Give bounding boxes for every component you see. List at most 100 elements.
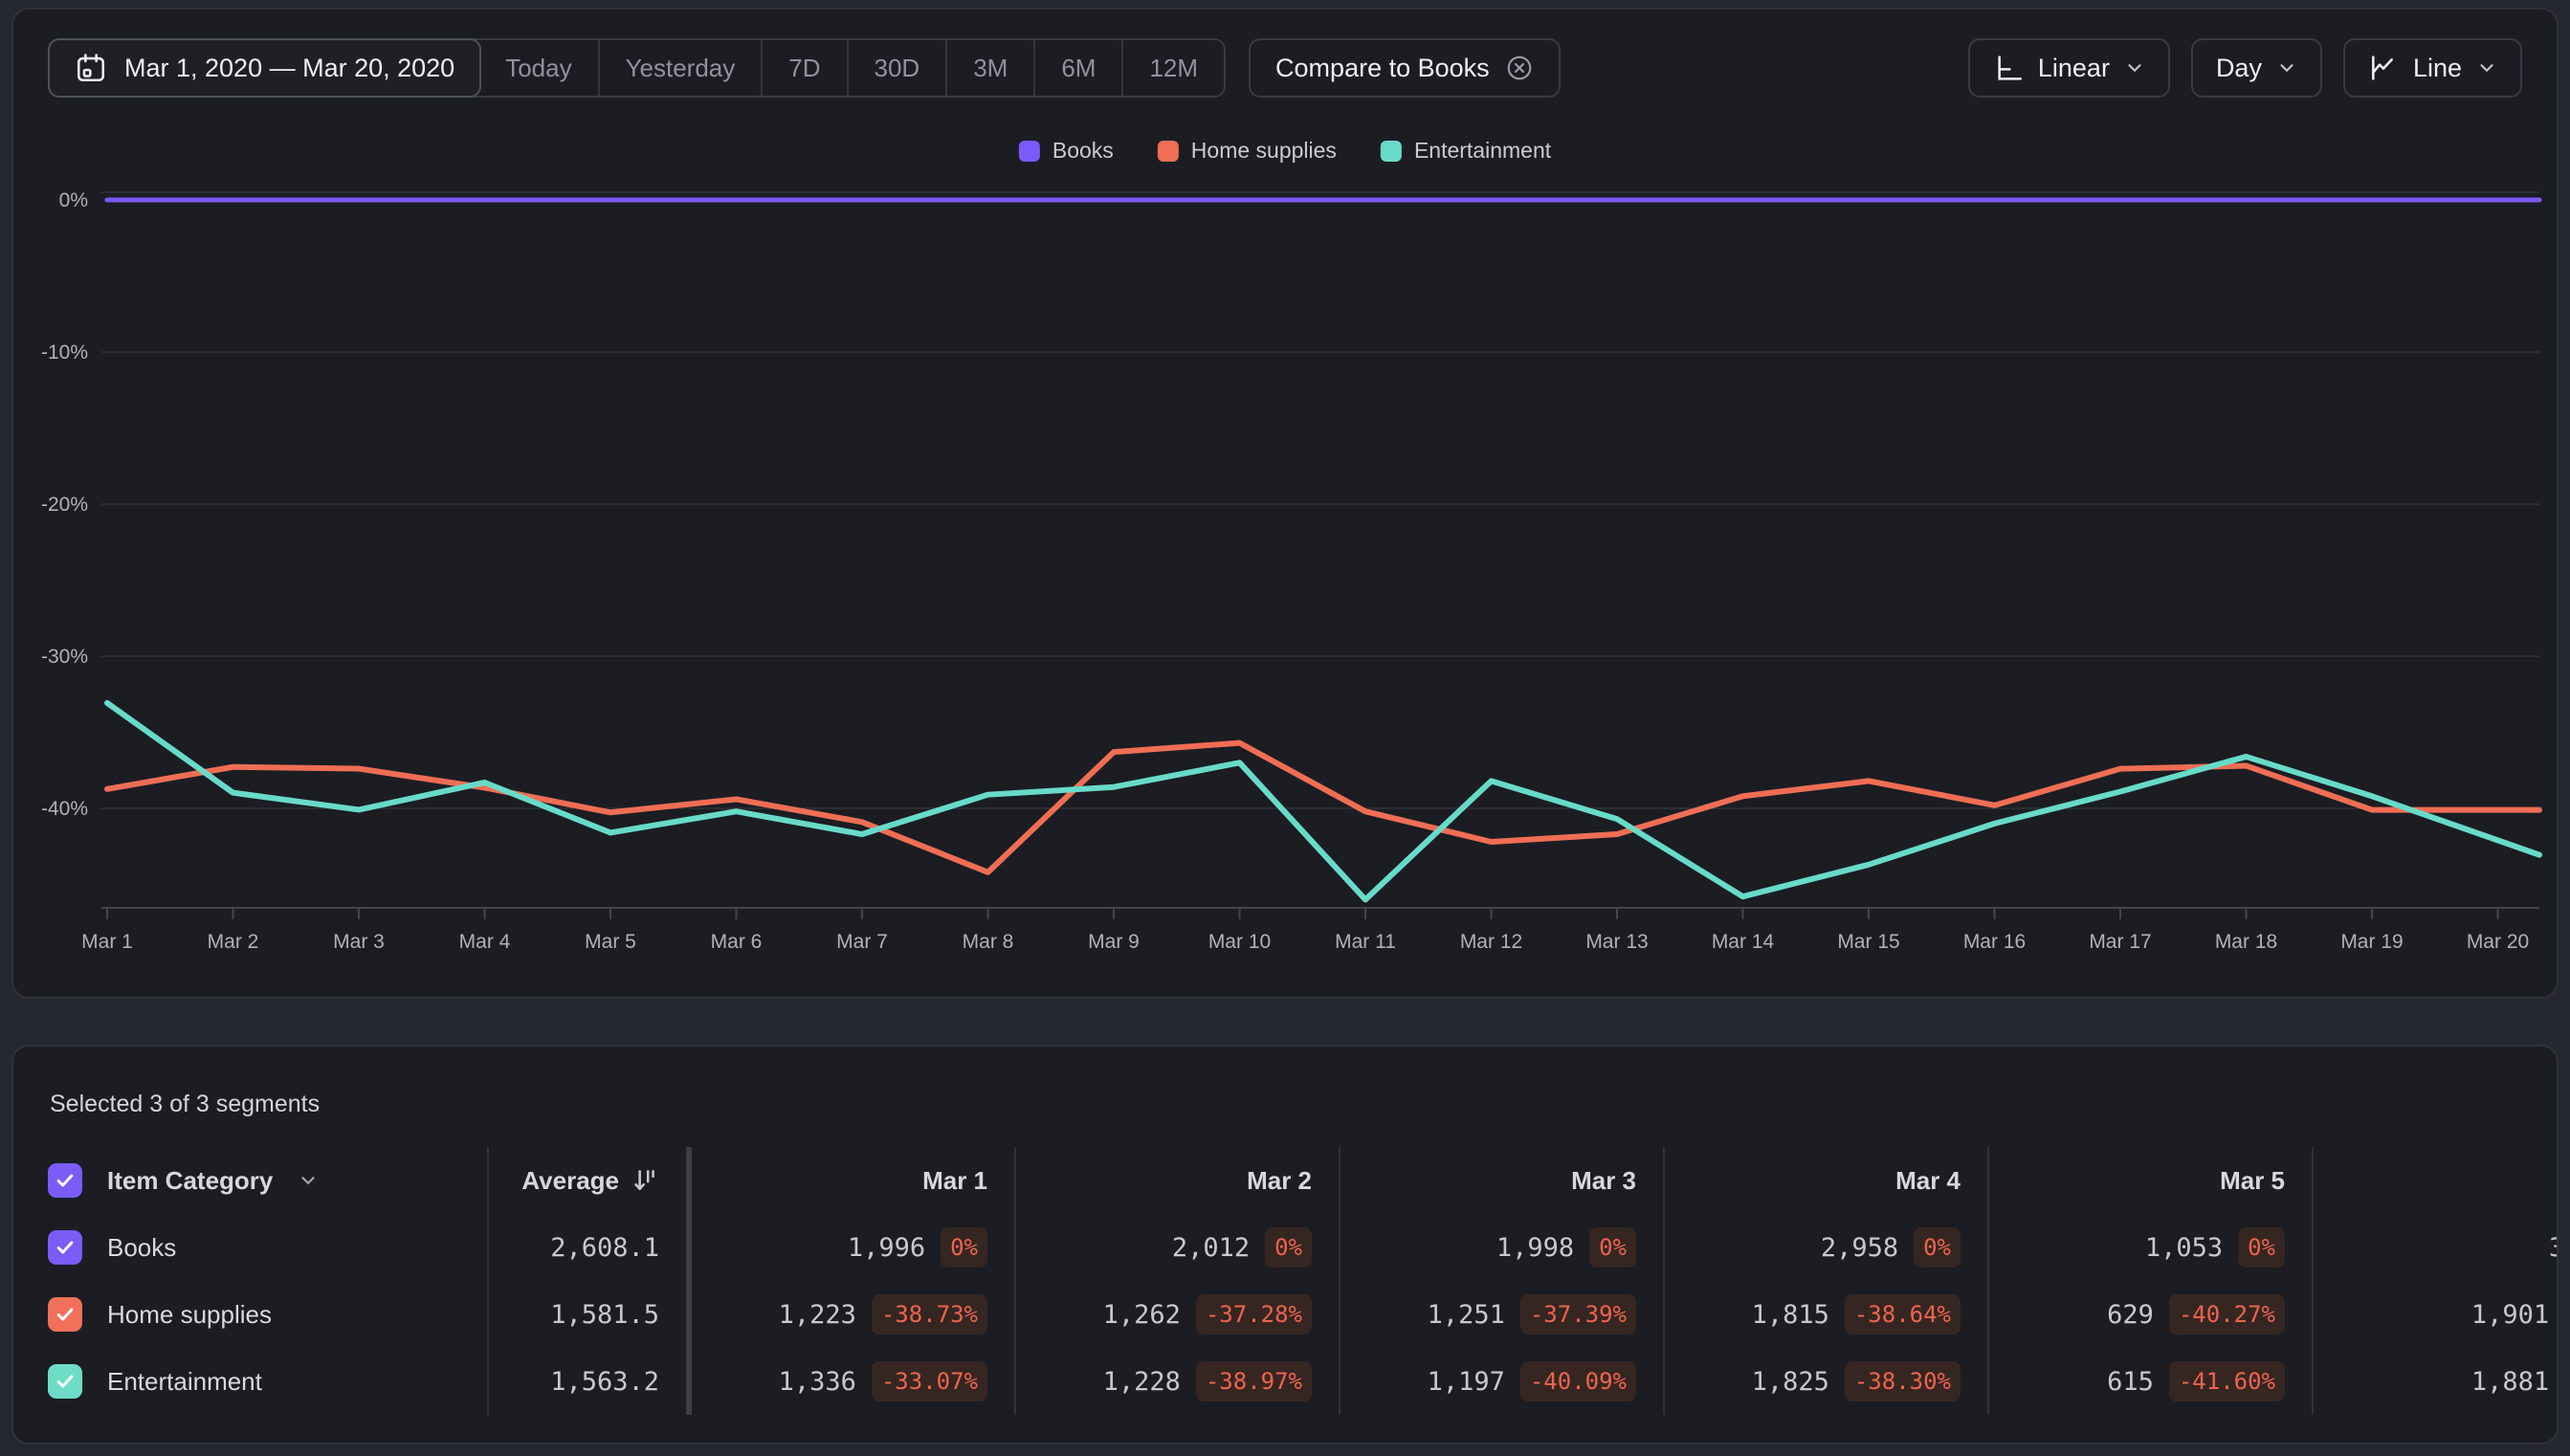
- compare-clear-icon[interactable]: [1505, 54, 1534, 82]
- date-range-label: Mar 1, 2020 — Mar 20, 2020: [124, 53, 455, 82]
- value-cell: 615 -41.60%: [1989, 1348, 2314, 1415]
- delta-badge: -38.73%: [871, 1294, 987, 1335]
- average-cell: 2,608.1: [489, 1214, 692, 1281]
- date-headers: Mar 1 Mar 2 Mar 3 Mar 4 Mar 5: [692, 1147, 2557, 1214]
- legend-swatch: [1380, 140, 1402, 162]
- cell-value: 1,901: [2470, 1299, 2550, 1330]
- cell-value: 1,223: [778, 1299, 856, 1330]
- legend-label: Entertainment: [1413, 138, 1552, 163]
- x-axis-label: Mar 15: [1837, 931, 1899, 953]
- value-cell: 1,228 -38.97%: [1016, 1348, 1340, 1415]
- x-axis-label: Mar 18: [2215, 931, 2277, 953]
- scale-select[interactable]: Linear: [1967, 38, 2170, 98]
- average-value: 1,581.5: [550, 1299, 659, 1330]
- x-axis-label: Mar 13: [1585, 931, 1648, 953]
- preset-yesterday[interactable]: Yesterday: [597, 40, 762, 96]
- preset-today[interactable]: Today: [479, 40, 597, 96]
- delta-badge: -38.30%: [1844, 1361, 1961, 1401]
- preset-12m[interactable]: 12M: [1121, 40, 1224, 96]
- preset-30d[interactable]: 30D: [846, 40, 946, 96]
- date-column-header-mar-5: Mar 5: [1989, 1147, 2314, 1214]
- delta-badge: 0%: [1914, 1227, 1961, 1268]
- cell-value: 3,15: [2549, 1233, 2557, 1263]
- date-filter-group: Mar 1, 2020 — Mar 20, 2020 Today Yesterda…: [48, 38, 1227, 98]
- delta-badge: -33.07%: [871, 1361, 987, 1401]
- legend: Books Home supplies Entertainment: [1018, 138, 1552, 164]
- date-column-header-mar-1: Mar 1: [692, 1147, 1016, 1214]
- value-cell: 1,996 0%: [692, 1214, 1016, 1281]
- row-checkbox[interactable]: [48, 1230, 82, 1265]
- delta-badge: 0%: [941, 1227, 987, 1268]
- value-cell: 1,881-4: [2314, 1348, 2557, 1415]
- cell-value: 1,815: [1751, 1299, 1829, 1330]
- category-cell: Home supplies: [13, 1281, 489, 1348]
- preset-6m[interactable]: 6M: [1033, 40, 1121, 96]
- date-header-label: Mar 1: [922, 1165, 987, 1195]
- date-cells: 1,336 -33.07% 1,228 -38.97% 1,197 -40.09% 1,82…: [692, 1348, 2557, 1415]
- delta-badge: 0%: [1265, 1227, 1312, 1268]
- row-checkbox[interactable]: [48, 1297, 82, 1332]
- x-axis-label: Mar 9: [1088, 931, 1140, 953]
- average-header-cell[interactable]: Average: [489, 1147, 692, 1214]
- chevron-down-icon: [2124, 57, 2145, 78]
- category-header-cell[interactable]: Item Category: [13, 1147, 489, 1214]
- value-cell: 1,197 -40.09%: [1340, 1348, 1665, 1415]
- cell-value: 1,336: [778, 1366, 856, 1397]
- compare-label: Compare to Books: [1275, 53, 1490, 82]
- toolbar: Mar 1, 2020 — Mar 20, 2020 Today Yesterda…: [48, 38, 2522, 98]
- average-value: 2,608.1: [550, 1232, 659, 1263]
- date-range-button[interactable]: Mar 1, 2020 — Mar 20, 2020: [48, 38, 482, 98]
- cell-value: 1,197: [1427, 1366, 1505, 1397]
- legend-item-home-supplies[interactable]: Home supplies: [1157, 138, 1337, 164]
- value-cell: 1,825 -38.30%: [1665, 1348, 1989, 1415]
- value-cell: 1,815 -38.64%: [1665, 1281, 1989, 1348]
- chart-type-select[interactable]: Line: [2342, 38, 2522, 98]
- chevron-down-icon: [2476, 57, 2497, 78]
- average-cell: 1,581.5: [489, 1281, 692, 1348]
- value-cell: 1,251 -37.39%: [1340, 1281, 1665, 1348]
- check-icon: [56, 1308, 74, 1321]
- cell-value: 615: [2107, 1366, 2154, 1397]
- cell-value: 1,825: [1751, 1366, 1829, 1397]
- cell-value: 1,262: [1102, 1299, 1181, 1330]
- preset-3m[interactable]: 3M: [945, 40, 1033, 96]
- value-cell: 1,223 -38.73%: [692, 1281, 1016, 1348]
- value-cell: 1,262 -37.28%: [1016, 1281, 1340, 1348]
- x-axis-label: Mar 17: [2089, 931, 2151, 953]
- cell-value: 2,012: [1171, 1232, 1251, 1263]
- cell-value: 1,251: [1427, 1299, 1505, 1330]
- category-chevron-icon[interactable]: [298, 1170, 319, 1191]
- legend-item-books[interactable]: Books: [1018, 138, 1114, 164]
- x-axis-label: Mar 11: [1335, 931, 1396, 953]
- cell-value: 1,228: [1102, 1366, 1181, 1397]
- x-axis-label: Mar 2: [208, 931, 259, 953]
- check-icon: [56, 1241, 74, 1254]
- preset-7d[interactable]: 7D: [761, 40, 846, 96]
- value-cell: 1,336 -33.07%: [692, 1348, 1016, 1415]
- legend-item-entertainment[interactable]: Entertainment: [1380, 138, 1552, 164]
- row-checkbox[interactable]: [48, 1364, 82, 1399]
- delta-badge: -37.39%: [1519, 1294, 1636, 1335]
- row-label: Entertainment: [107, 1366, 262, 1396]
- table-row-home-supplies: Home supplies 1,581.5 1,223 -38.73% 1,262 -37…: [13, 1281, 2557, 1348]
- legend-swatch: [1157, 140, 1179, 162]
- row-label: Books: [107, 1232, 177, 1262]
- value-cell: 2,012 0%: [1016, 1214, 1340, 1281]
- average-header-label: Average: [521, 1165, 619, 1195]
- date-cells: 1,996 0% 2,012 0% 1,998 0% 2,958 0% 1,053 0% 3,15: [692, 1214, 2557, 1281]
- value-cell: 1,053 0%: [1989, 1214, 2314, 1281]
- delta-badge: -38.97%: [1195, 1361, 1312, 1401]
- select-all-checkbox[interactable]: [48, 1163, 82, 1198]
- y-axis-label: -10%: [41, 342, 88, 364]
- compare-button[interactable]: Compare to Books: [1249, 38, 1561, 98]
- y-axis-label: -40%: [41, 798, 88, 820]
- delta-badge: 0%: [1589, 1227, 1636, 1268]
- date-header-label: Mar 4: [1895, 1165, 1961, 1195]
- granularity-select[interactable]: Day: [2190, 38, 2322, 98]
- date-column-header-mar-2: Mar 2: [1016, 1147, 1340, 1214]
- category-cell: Entertainment: [13, 1348, 489, 1415]
- cell-value: 2,958: [1820, 1232, 1899, 1263]
- date-header-label: Mar 5: [2220, 1165, 2285, 1195]
- y-axis-label: 0%: [59, 189, 88, 211]
- delta-badge: -38.64%: [1844, 1294, 1961, 1335]
